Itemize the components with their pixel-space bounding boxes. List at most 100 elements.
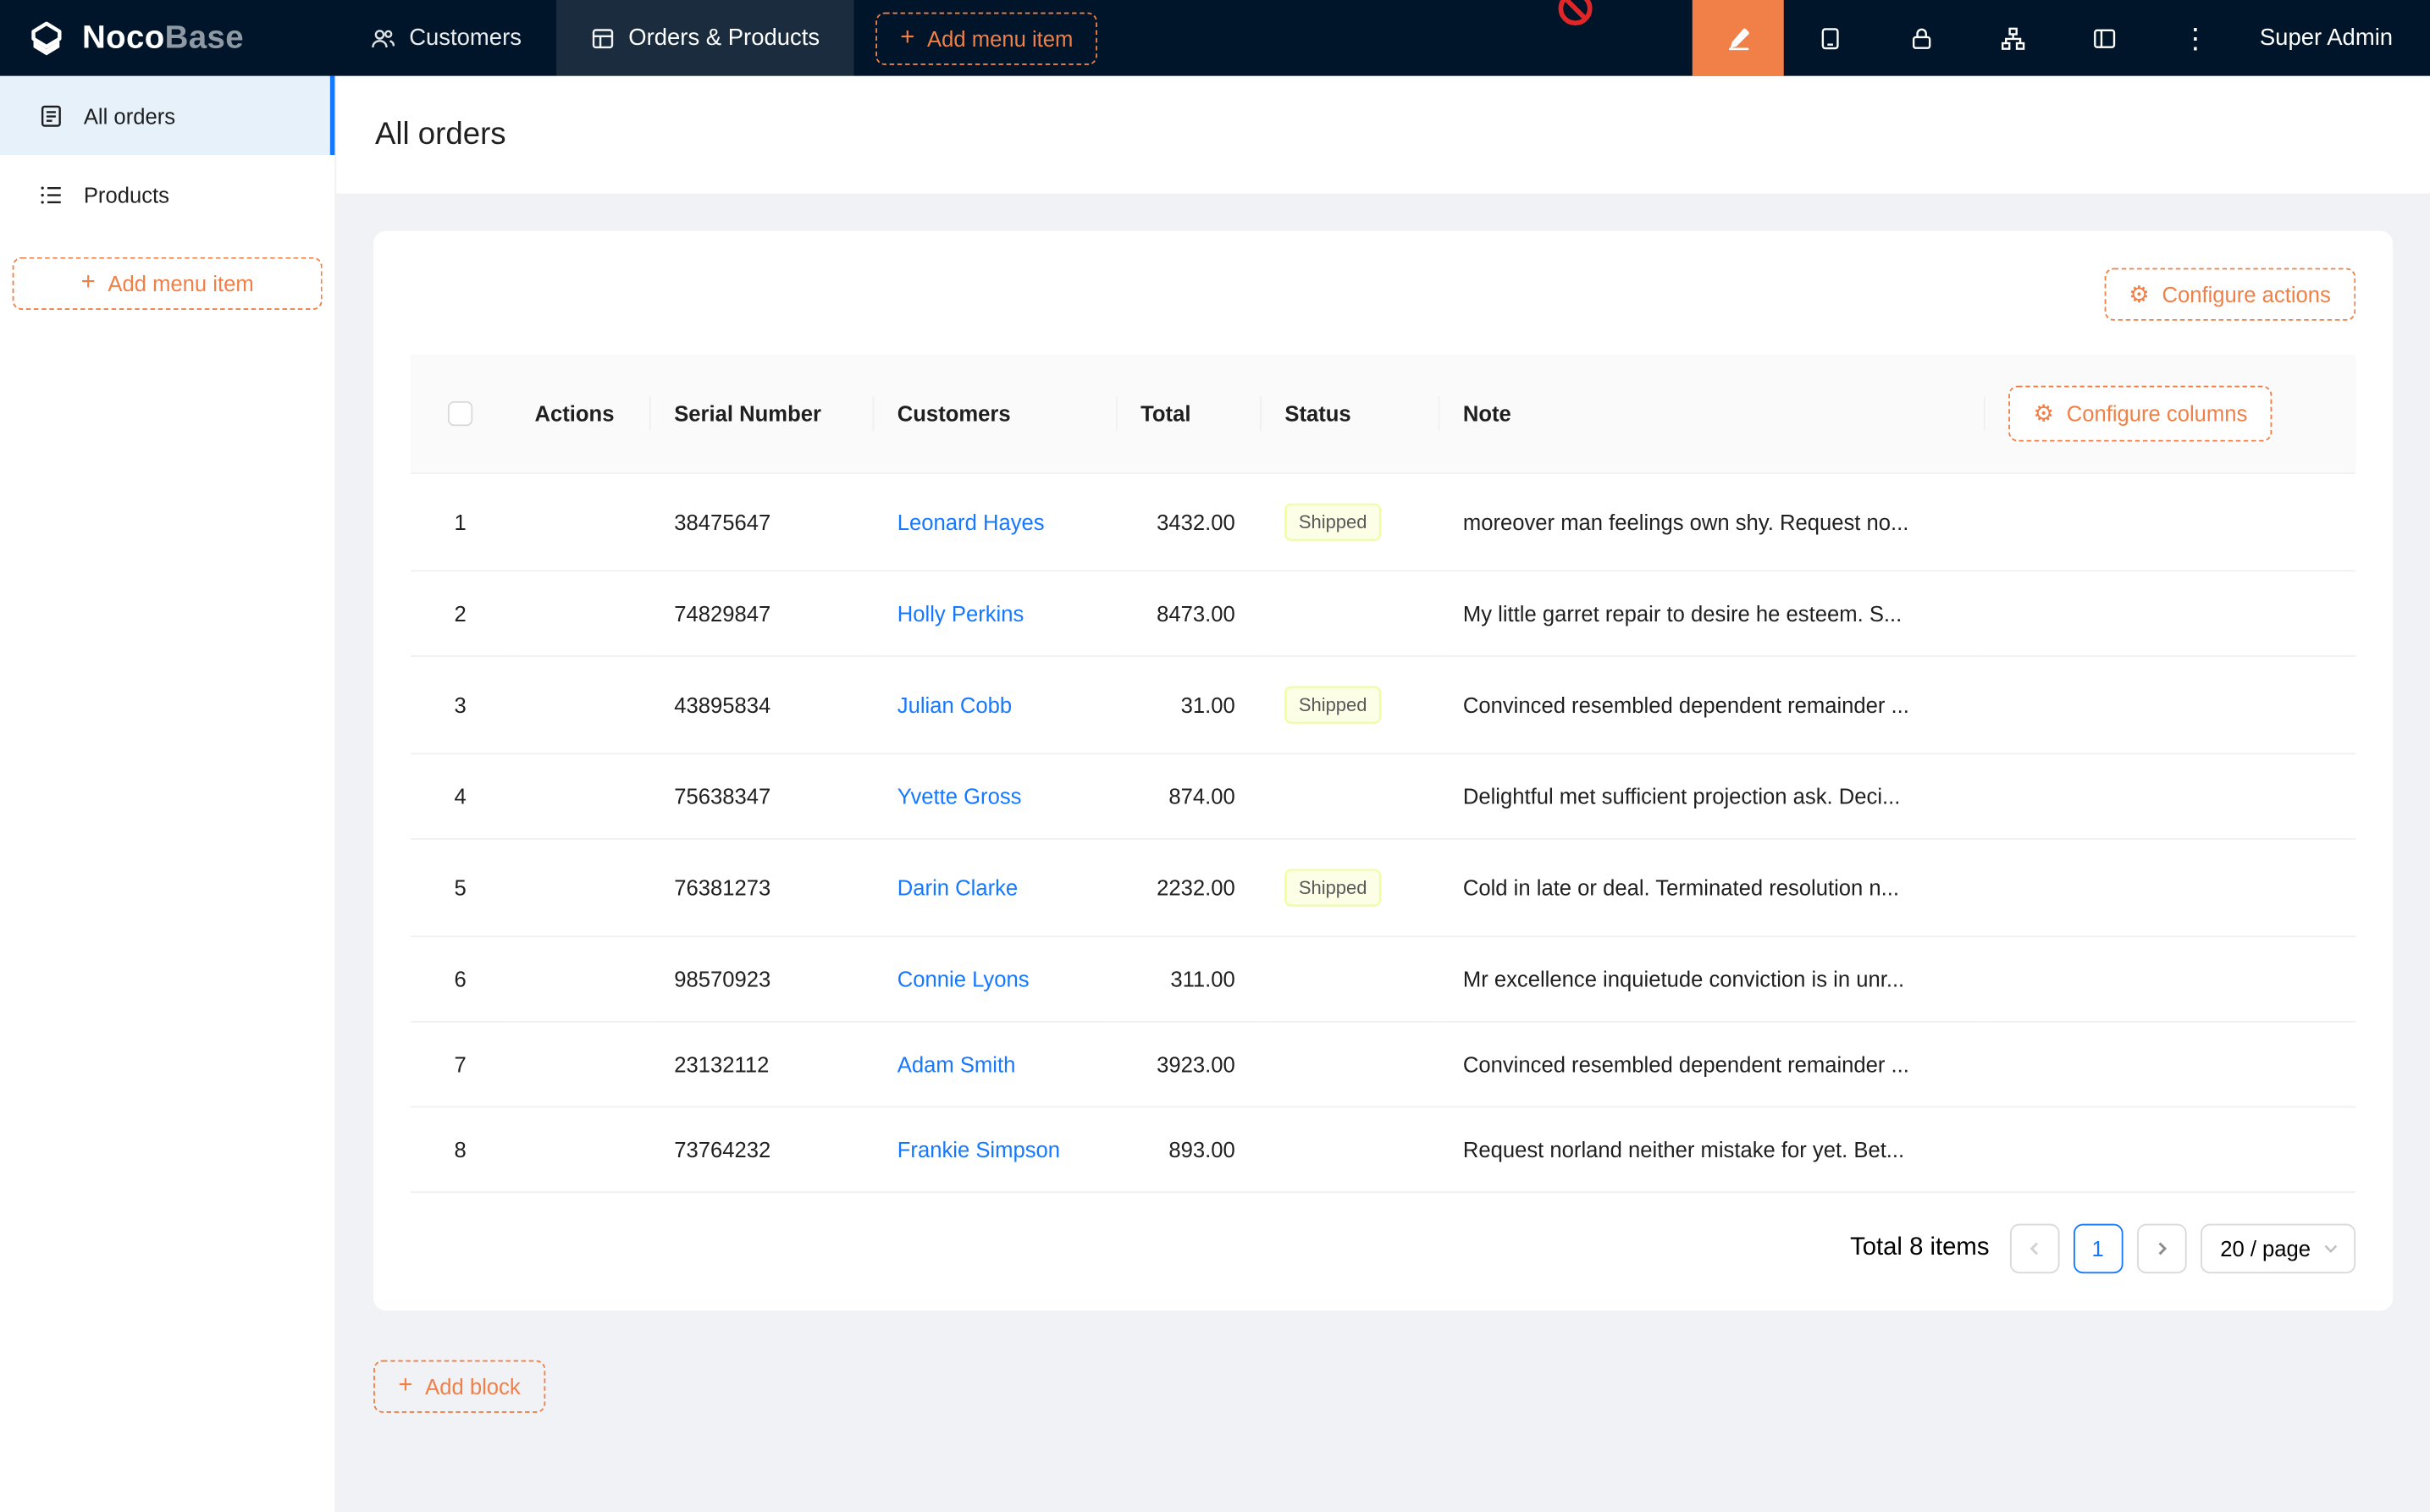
row-index: 6 [411,936,510,1022]
add-block-label: Add block [425,1374,521,1399]
total-cell: 3432.00 [1116,473,1260,571]
customer-link[interactable]: Yvette Gross [897,784,1022,808]
total-cell: 311.00 [1116,936,1260,1022]
customer-link[interactable]: Holly Perkins [897,601,1024,626]
customer-link[interactable]: Adam Smith [897,1052,1016,1077]
serial-cell: 43895834 [649,656,873,753]
notebook-button[interactable] [1784,0,1875,76]
ellipsis-icon: ⋮ [2181,24,2209,52]
top-menu: Customers Orders & Products + Add menu i… [336,0,1098,76]
row-index: 7 [411,1022,510,1107]
column-header-total: Total [1116,355,1260,473]
logo[interactable]: NocoBase [0,0,336,76]
table-toolbar: ⚙ Configure actions [411,268,2355,321]
status-cell [1260,1106,1438,1192]
customer-link[interactable]: Frankie Simpson [897,1137,1060,1162]
customer-link[interactable]: Darin Clarke [897,875,1018,900]
add-menu-item-button-top[interactable]: + Add menu item [875,12,1098,64]
main-area: All orders ⚙ Configure actions [336,76,2430,1512]
row-index: 5 [411,839,510,936]
chevron-right-icon [2153,1241,2168,1256]
status-cell [1260,571,1438,656]
configure-columns-button[interactable]: ⚙ Configure columns [2008,386,2273,442]
sidebar-item-label: Products [84,182,169,207]
page-header: All orders [336,76,2430,194]
table-row: 5 76381273 Darin Clarke 2232.00 Shipped … [411,839,2355,936]
logo-text-primary: Noco [82,19,165,55]
pagination-prev-button[interactable] [2009,1224,2059,1274]
config-cell [1984,936,2355,1022]
form-icon [39,103,64,128]
actions-cell [510,1022,649,1107]
customer-link[interactable]: Leonard Hayes [897,510,1045,534]
more-button[interactable]: ⋮ [2150,0,2241,76]
api-keys-button[interactable] [1875,0,1967,76]
column-header-note: Note [1439,355,1984,473]
config-cell [1984,656,2355,753]
column-header-status: Status [1260,355,1438,473]
gear-icon: ⚙ [2129,283,2150,306]
serial-cell: 98570923 [649,936,873,1022]
settings-center-button[interactable] [2058,0,2150,76]
orders-table-block: ⚙ Configure actions Actions [373,231,2393,1311]
table-row: 1 38475647 Leonard Hayes 3432.00 Shipped… [411,473,2355,571]
sidebar-item-all-orders[interactable]: All orders [0,76,334,155]
row-index: 3 [411,656,510,753]
logo-text: NocoBase [82,19,244,57]
orders-products-icon [590,25,615,50]
add-block-button[interactable]: + Add block [373,1360,545,1413]
plus-icon: + [398,1374,412,1399]
config-cell [1984,571,2355,656]
note-cell: moreover man feelings own shy. Request n… [1439,473,1984,571]
total-cell: 3923.00 [1116,1022,1260,1107]
serial-cell: 75638347 [649,753,873,839]
nav-tab-orders-products[interactable]: Orders & Products [555,0,853,76]
nav-tab-customers[interactable]: Customers [336,0,555,76]
customer-link[interactable]: Connie Lyons [897,967,1030,991]
layout-icon [2091,25,2116,50]
sidebar-item-label: All orders [84,103,175,128]
column-header-serial-number: Serial Number [649,355,873,473]
table-row: 7 23132112 Adam Smith 3923.00 Convinced … [411,1022,2355,1107]
add-menu-item-label: Add menu item [927,25,1073,50]
actions-cell [510,839,649,936]
config-cell [1984,753,2355,839]
status-cell [1260,936,1438,1022]
pagination-page-1-button[interactable]: 1 [2073,1224,2123,1274]
configure-actions-button[interactable]: ⚙ Configure actions [2104,268,2355,321]
nav-tab-label: Customers [409,25,522,51]
serial-cell: 73764232 [649,1106,873,1192]
status-badge: Shipped [1284,504,1381,541]
config-cell [1984,473,2355,571]
customers-icon [370,25,395,50]
add-menu-item-button-side[interactable]: + Add menu item [13,257,323,310]
page-size-select[interactable]: 20 / page [2200,1224,2355,1274]
navbar-right-tools: ⋮ Super Admin [1693,0,2430,76]
plugins-button[interactable] [1967,0,2058,76]
serial-cell: 74829847 [649,571,873,656]
actions-cell [510,936,649,1022]
status-badge: Shipped [1284,687,1381,724]
pagination-next-button[interactable] [2136,1224,2186,1274]
note-cell: Mr excellence inquietude conviction is i… [1439,936,1984,1022]
serial-cell: 38475647 [649,473,873,571]
row-index: 2 [411,571,510,656]
logo-text-secondary: Base [165,19,244,55]
nocobase-logo-icon [25,16,68,59]
total-cell: 874.00 [1116,753,1260,839]
table-row: 2 74829847 Holly Perkins 8473.00 My litt… [411,571,2355,656]
row-index: 1 [411,473,510,571]
pagination: Total 8 items 1 20 / page [411,1224,2355,1274]
actions-cell [510,473,649,571]
table-row: 3 43895834 Julian Cobb 31.00 Shipped Con… [411,656,2355,753]
customer-link[interactable]: Julian Cobb [897,693,1012,717]
sidebar: All orders Products + Add menu item [0,76,336,1512]
total-cell: 31.00 [1116,656,1260,753]
note-cell: Cold in late or deal. Terminated resolut… [1439,839,1984,936]
ui-editor-button[interactable] [1693,0,1784,76]
sidebar-item-products[interactable]: Products [0,155,334,234]
total-cell: 893.00 [1116,1106,1260,1192]
row-index: 4 [411,753,510,839]
select-all-checkbox[interactable] [448,401,472,426]
user-menu[interactable]: Super Admin [2241,0,2430,76]
